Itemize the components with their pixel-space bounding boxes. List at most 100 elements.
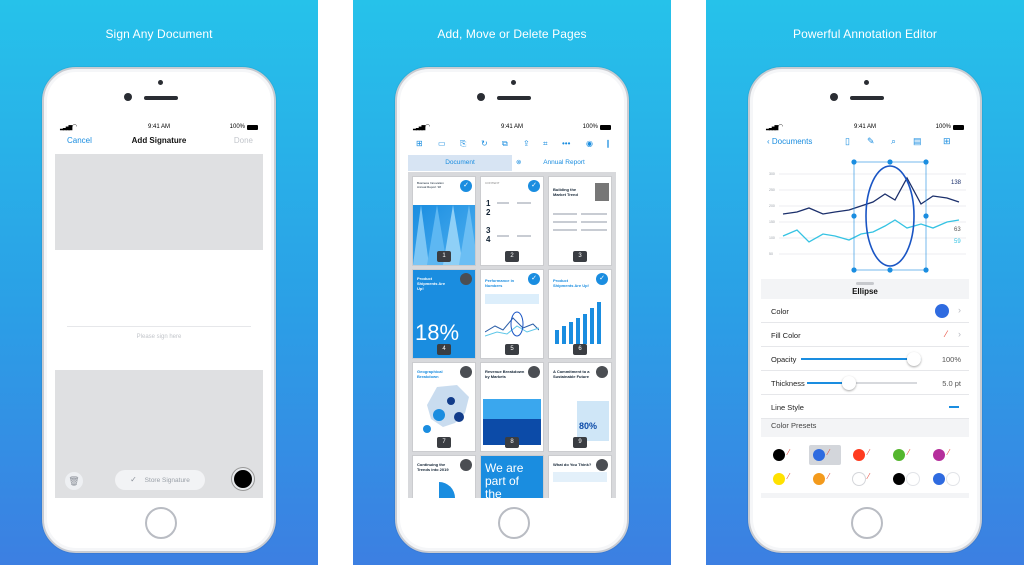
add-page-icon[interactable]: ⊞ <box>416 139 423 148</box>
line-style-icon <box>949 406 959 408</box>
chart-graphic: 300 250 200 150 100 50 138 63 59 <box>769 159 966 273</box>
page-thumb[interactable]: Geographical Breakdown 7 <box>413 363 475 451</box>
tab-document[interactable]: Document <box>408 155 512 171</box>
insert-icon[interactable]: ⎘ <box>460 139 466 149</box>
thumb-title: Product Shipments Are Up! <box>553 278 589 288</box>
unchecked-icon[interactable] <box>460 459 472 471</box>
thumb-title: Revenue Breakdown by Markets <box>485 369 525 379</box>
page-thumb[interactable]: Building the Market Trend 3 <box>549 177 611 265</box>
color-dot <box>853 449 865 461</box>
select-all-icon[interactable]: ◉ <box>586 139 593 148</box>
opacity-label: Opacity <box>771 355 797 364</box>
color-preset[interactable]: ⁄ <box>809 469 841 489</box>
color-picker-button[interactable] <box>232 468 254 490</box>
color-dot <box>893 473 905 485</box>
slider-knob[interactable] <box>907 352 921 366</box>
add-blank-icon[interactable]: ▭ <box>438 139 446 148</box>
no-fill-icon: ⁄ <box>788 448 790 457</box>
thumb-numbers: 1234 <box>486 199 491 244</box>
page-toolbar: ⊞ ▭ ⎘ ↻ ⧉ ⇪ ⌗ ••• ◉ ∥ <box>408 136 616 154</box>
page-thumb[interactable]: A Commitment to a Sustainable Future 80%… <box>549 363 611 451</box>
page-number: 4 <box>437 344 451 355</box>
chart-value-label: 138 <box>951 180 962 186</box>
chart-value-label: 63 <box>954 227 961 233</box>
thickness-slider[interactable] <box>807 371 917 395</box>
page-thumb[interactable]: Product Shipments Are Up! ✓ 6 <box>549 270 611 358</box>
thumb-line <box>553 213 577 215</box>
signature-canvas[interactable]: Please sign here <box>55 250 263 370</box>
more-icon[interactable]: ••• <box>562 139 570 148</box>
color-preset[interactable]: ⁄ <box>849 445 881 465</box>
page-grid: Business Innovation Annual Report '18 ✓ … <box>408 172 616 498</box>
unchecked-icon[interactable] <box>528 366 540 378</box>
back-button[interactable]: ‹ Documents <box>767 137 812 146</box>
grid-icon[interactable]: ⊞ <box>943 136 951 147</box>
page-thumb[interactable]: Revenue Breakdown by Markets 8 <box>481 363 543 451</box>
color-dot <box>893 449 905 461</box>
rotate-icon[interactable]: ↻ <box>481 139 488 148</box>
slider-knob[interactable] <box>842 376 856 390</box>
line-style-row[interactable]: Line Style <box>761 395 969 419</box>
thumb-title: Product Shipments Are Up! <box>417 276 446 291</box>
svg-text:200: 200 <box>769 204 775 208</box>
no-fill-icon: ⁄ <box>828 472 830 481</box>
battery-icon <box>600 125 611 130</box>
checked-icon[interactable]: ✓ <box>460 180 472 192</box>
svg-text:300: 300 <box>769 172 775 176</box>
page-thumb[interactable]: CONTENT 1234 ✓ 2 <box>481 177 543 265</box>
checked-icon[interactable]: ✓ <box>596 273 608 285</box>
thumb-line <box>581 221 607 223</box>
thumb-line <box>553 221 577 223</box>
color-preset[interactable] <box>889 469 921 489</box>
book-icon[interactable]: ▤ <box>913 136 922 147</box>
store-signature-button[interactable]: ✓ Store Signature <box>115 470 205 490</box>
color-preset[interactable]: ⁄ <box>809 445 841 465</box>
thumb-line <box>517 202 531 204</box>
color-preset[interactable]: ⁄ <box>889 445 921 465</box>
color-preset[interactable]: ⁄ <box>769 469 801 489</box>
search-icon[interactable]: ⌕ <box>891 136 896 147</box>
document-icon[interactable]: ▯ <box>845 136 850 147</box>
export-icon[interactable]: ⇪ <box>523 139 530 148</box>
checked-icon[interactable]: ✓ <box>528 273 540 285</box>
color-preset[interactable]: ⁄ <box>929 445 961 465</box>
edit-icon[interactable]: ✎ <box>867 136 875 147</box>
color-swatch <box>935 304 949 318</box>
duplicate-icon[interactable]: ⧉ <box>502 139 508 149</box>
opacity-slider[interactable] <box>801 347 921 371</box>
checkmark-icon: ✓ <box>130 475 137 484</box>
page-thumb[interactable]: Product Shipments Are Up! 18% 4 <box>413 270 475 358</box>
slider-fill <box>801 358 921 360</box>
fill-dot <box>907 473 919 485</box>
thumb-title: Business Innovation Annual Report '18 <box>417 181 444 189</box>
color-preset[interactable]: ⁄ <box>769 445 801 465</box>
color-row[interactable]: Color › <box>761 299 969 323</box>
page-thumb[interactable]: Performance in Numbers ✓ 5 <box>481 270 543 358</box>
color-preset[interactable]: ⁄ <box>849 469 881 489</box>
page-thumb[interactable]: Business Innovation Annual Report '18 ✓ … <box>413 177 475 265</box>
fill-color-row[interactable]: Fill Color ⁄ › <box>761 323 969 347</box>
unchecked-icon[interactable] <box>596 366 608 378</box>
page-thumb[interactable]: We are part of the <box>481 456 543 498</box>
tab-annual-report[interactable]: ⊗ Annual Report <box>512 155 616 171</box>
unchecked-icon[interactable] <box>460 273 472 285</box>
done-button[interactable]: Done <box>234 136 253 145</box>
no-fill-icon: ⁄ <box>868 448 870 457</box>
unchecked-icon[interactable] <box>596 459 608 471</box>
page-thumb[interactable]: What do You Think? <box>549 456 611 498</box>
page-thumb[interactable]: Continuing the Trends into 2019 <box>413 456 475 498</box>
checked-icon[interactable]: ✓ <box>528 180 540 192</box>
thumb-chart <box>485 311 539 337</box>
trash-icon[interactable]: 🗑 <box>65 472 83 490</box>
crop-icon[interactable]: ⌗ <box>543 139 548 149</box>
color-dot <box>773 473 785 485</box>
unchecked-icon[interactable] <box>460 366 472 378</box>
close-icon[interactable]: ⊗ <box>516 155 521 171</box>
thumb-photo <box>595 183 609 201</box>
color-preset[interactable] <box>929 469 961 489</box>
sheet-handle[interactable] <box>856 282 874 285</box>
svg-text:150: 150 <box>769 220 775 224</box>
panel-sign: Sign Any Document ▂▃▅▇ ◠ 9:41 AM 100% Ca… <box>0 0 318 565</box>
sidebar-icon[interactable]: ∥ <box>606 139 610 148</box>
color-dot <box>853 473 865 485</box>
